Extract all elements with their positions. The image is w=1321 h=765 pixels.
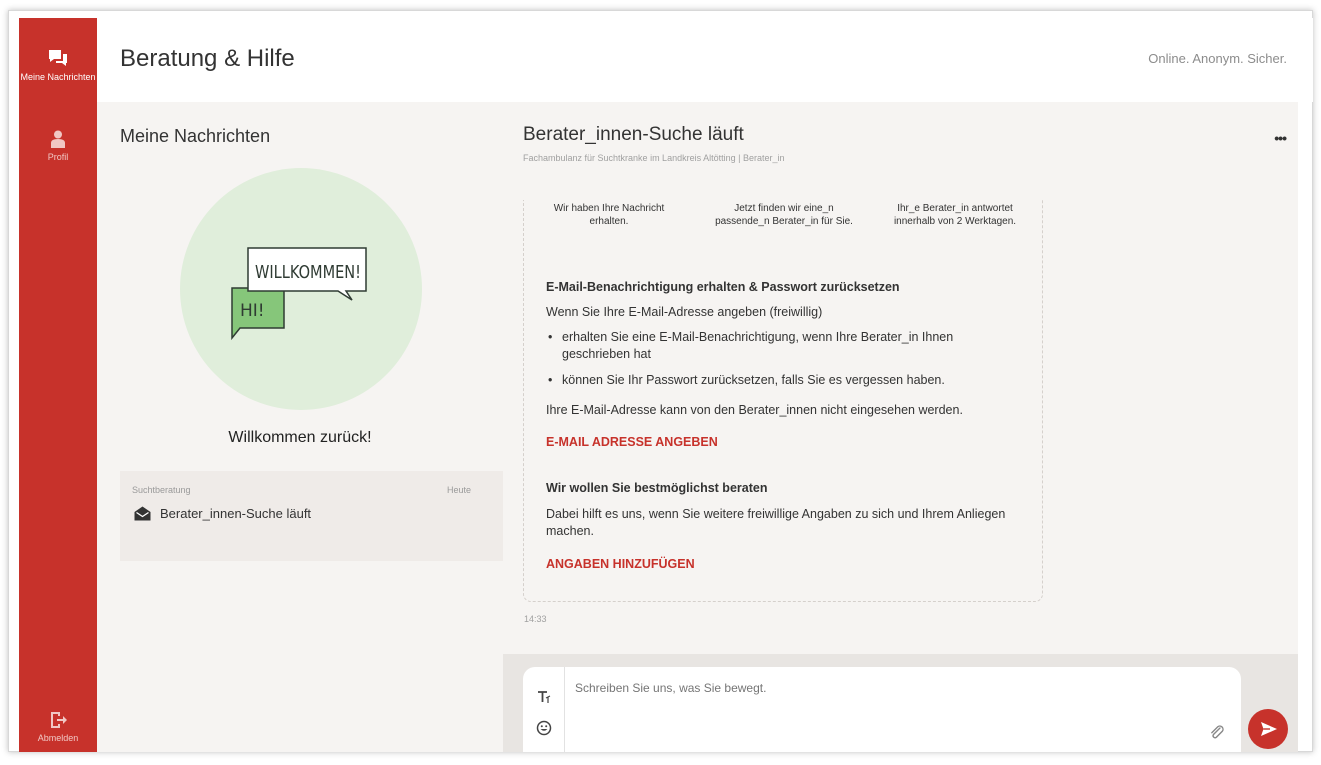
sidebar-item-messages[interactable]: Meine Nachrichten [19,48,97,83]
advice-section-title: Wir wollen Sie bestmöglichst beraten [546,481,768,495]
panel-title: Meine Nachrichten [120,126,271,146]
send-icon [1261,722,1277,736]
session-topic: Suchtberatung [132,485,191,495]
message-time: 14:33 [524,614,547,624]
emoji-icon[interactable] [536,720,552,736]
send-button[interactable] [1248,709,1288,749]
welcome-text: Willkommen zurück! [228,429,372,446]
add-email-link[interactable]: E-MAIL ADRESSE ANGEBEN [546,435,718,449]
envelope-open-icon [134,506,151,521]
session-subject: Berater_innen-Suche läuft [160,506,312,521]
email-bullet-password: können Sie Ihr Passwort zurücksetzen, fa… [546,372,1016,389]
step-received: Wir haben Ihre Nachricht erhalten. [553,203,665,227]
email-section-note: Ihre E-Mail-Adresse kann von den Berater… [546,403,963,417]
session-date: Heute [446,485,471,495]
attachment-icon[interactable] [1209,725,1225,741]
conversation-subtitle: Fachambulanz für Suchtkranke im Landkrei… [523,153,785,163]
add-details-link[interactable]: ANGABEN HINZUFÜGEN [546,557,695,571]
step-searching: Jetzt finden wir eine_n passende_n Berat… [715,203,853,227]
person-icon [51,130,65,148]
conversation-panel: Berater_innen-Suche läuft Fachambulanz f… [503,102,1298,752]
email-section-intro: Wenn Sie Ihre E-Mail-Adresse angeben (fr… [546,305,823,319]
sidebar-item-label: Profil [47,152,69,162]
email-bullet-notification: erhalten Sie eine E-Mail-Benachrichtigun… [546,329,1016,363]
email-section-title: E-Mail-Benachrichtigung erhalten & Passw… [546,280,900,294]
app-title: Beratung & Hilfe [120,45,295,72]
sidebar: Meine Nachrichten Profil Abmelden [19,18,97,752]
session-row: Berater_innen-Suche läuft [134,506,311,521]
sessions-panel: Meine Nachrichten HI! WILLKOMMEN! Willko… [97,102,503,752]
session-list-item[interactable]: Suchtberatung Heute Berater_innen-Suche … [120,471,503,561]
bubble-small-text: HI! [240,301,265,321]
composer-toolbar [523,667,565,752]
text-format-icon[interactable] [536,689,552,705]
system-message: Wir haben Ihre Nachricht erhalten. Jetzt… [523,200,1043,602]
step-response-time: Ihr_e Berater_in antwortet innerhalb von… [893,203,1017,227]
logout-label: Abmelden [37,733,79,743]
message-input[interactable] [567,673,1187,745]
sidebar-item-profile[interactable]: Profil [19,130,97,163]
message-composer [523,667,1241,752]
chat-bubbles-icon [49,50,67,66]
sidebar-item-label: Meine Nachrichten [20,72,96,82]
tagline: Online. Anonym. Sicher. [1148,51,1287,66]
bubble-large-text: WILLKOMMEN! [255,262,361,283]
welcome-illustration: HI! WILLKOMMEN! [180,168,422,410]
header: Beratung & Hilfe Online. Anonym. Sicher. [97,18,1313,102]
more-options-icon[interactable]: ••• [1274,130,1287,146]
advice-section-text: Dabei hilft es uns, wenn Sie weitere fre… [546,507,1006,538]
logout-button[interactable]: Abmelden [19,711,97,744]
logout-icon [51,712,67,728]
conversation-title: Berater_innen-Suche läuft [523,124,744,145]
